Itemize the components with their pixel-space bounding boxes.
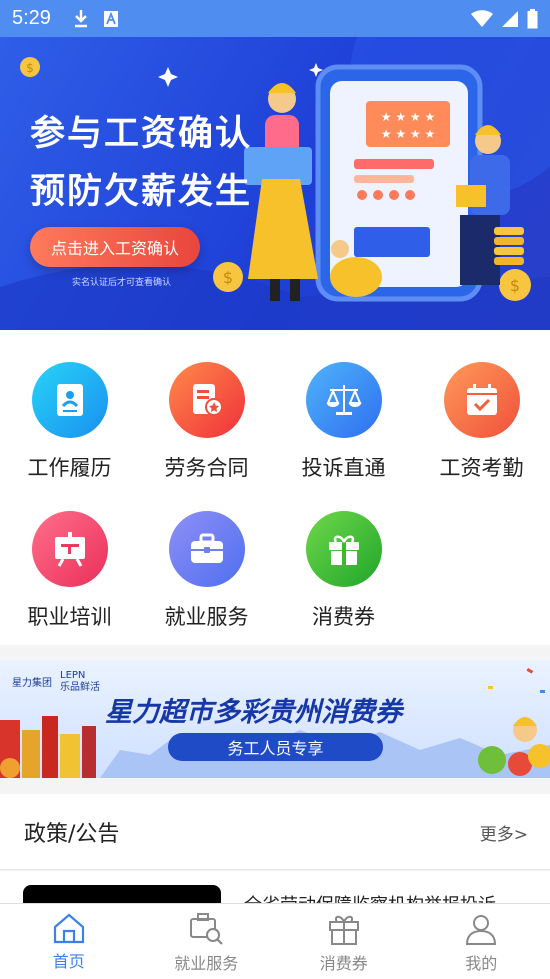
nav-employment[interactable]: 就业服务 (138, 904, 276, 979)
grid-item-label: 劳务合同 (164, 456, 249, 480)
briefcase-icon (168, 511, 245, 587)
banner-title-line2: 预防欠薪发生 (30, 172, 253, 212)
nav-label: 我的 (465, 954, 498, 973)
bottom-nav: 首页 就业服务 消费券 我的 (0, 903, 550, 979)
contract-icon (168, 362, 245, 438)
nav-home[interactable]: 首页 (0, 904, 138, 979)
grid-item-label: 消费券 (312, 605, 375, 629)
grid-item-attendance[interactable]: 工资考勤 (413, 362, 550, 482)
font-a-icon (103, 10, 118, 27)
promo-brand-lepn-cn: 乐品鲜活 (60, 682, 100, 693)
calendar-icon (443, 362, 520, 438)
promo-brand-lepn-en: LEPN (60, 670, 86, 681)
status-bar: 5:29 (0, 0, 550, 37)
svg-text:$: $ (510, 276, 520, 295)
grid-item-label: 就业服务 (164, 605, 249, 629)
feature-grid: 工作履历 劳务合同 投诉直通 工资考勤 职业培训 就业服务 消费券 (0, 330, 550, 645)
grid-item-employment[interactable]: 就业服务 (138, 511, 275, 631)
svg-text:$: $ (223, 268, 233, 287)
job-search-icon (190, 913, 224, 945)
voucher-promo-banner[interactable]: 星力集团 LEPN 乐品鲜活 星力超市多彩贵州消费券 务工人员专享 (0, 660, 550, 778)
svg-text:★ ★ ★ ★: ★ ★ ★ ★ (381, 110, 435, 124)
grid-item-voucher[interactable]: 消费券 (275, 511, 412, 631)
promo-title: 星力超市多彩贵州消费券 (105, 697, 402, 728)
grid-item-label: 工作履历 (27, 456, 112, 480)
grid-item-label: 投诉直通 (301, 456, 386, 480)
wage-confirm-button[interactable]: 点击进入工资确认 (30, 227, 200, 267)
grid-item-label: 工资考勤 (439, 456, 524, 480)
gift-icon (328, 915, 359, 945)
nav-label: 就业服务 (174, 954, 239, 973)
nav-mine[interactable]: 我的 (413, 904, 550, 979)
grid-item-labor-contract[interactable]: 劳务合同 (138, 362, 275, 482)
home-icon (53, 913, 84, 944)
gift-icon (305, 511, 382, 587)
wifi-icon (471, 9, 493, 27)
policy-more-link[interactable]: 更多> (480, 820, 528, 845)
grid-item-work-history[interactable]: 工作履历 (1, 362, 138, 482)
board-icon (31, 511, 108, 587)
grid-item-label: 职业培训 (27, 605, 112, 629)
battery-icon (527, 8, 538, 28)
promo-brand-lepn: LEPN 乐品鲜活 (60, 670, 100, 694)
nav-label: 首页 (52, 952, 85, 971)
grid-item-complaint[interactable]: 投诉直通 (275, 362, 412, 482)
grid-item-training[interactable]: 职业培训 (1, 511, 138, 631)
policy-section-header: 政策/公告 更多> (0, 794, 550, 870)
policy-heading: 政策/公告 (24, 822, 120, 847)
svg-text:$: $ (26, 61, 34, 75)
scale-icon (305, 362, 382, 438)
wage-confirm-banner[interactable]: $ $ $ $ $ ★ ★ ★ ★ ★ ★ ★ ★ (0, 37, 550, 330)
status-time: 5:29 (12, 7, 51, 29)
promo-brand-logo: 星力集团 (12, 678, 52, 689)
svg-text:★ ★ ★ ★: ★ ★ ★ ★ (381, 127, 435, 141)
resume-icon (31, 362, 108, 438)
user-icon (466, 915, 497, 945)
download-icon (74, 9, 87, 27)
banner-note: 实名认证后才可查看确认 (72, 278, 172, 288)
nav-label: 消费券 (319, 954, 368, 973)
signal-icon (502, 10, 518, 27)
nav-voucher[interactable]: 消费券 (275, 904, 413, 979)
banner-title-line1: 参与工资确认 (30, 114, 253, 154)
promo-tag: 务工人员专享 (168, 733, 383, 761)
